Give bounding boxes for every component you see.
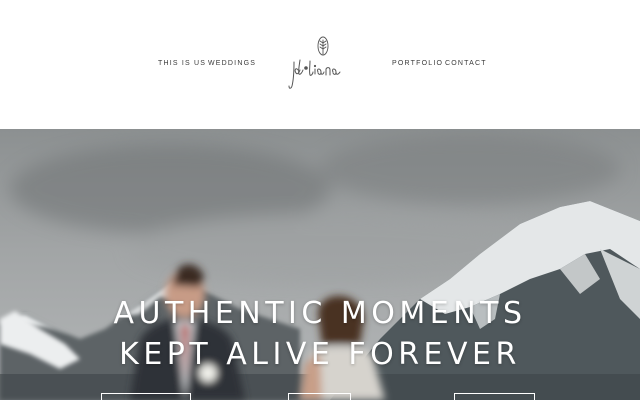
hero-button-left[interactable]: [101, 393, 191, 400]
site-header: THIS IS US WEDDINGS PORTFOLIO CONTACT: [0, 0, 640, 129]
logo-mark-icon: [288, 36, 341, 89]
hero-button-center[interactable]: [288, 393, 351, 400]
nav-link-contact[interactable]: CONTACT: [445, 60, 487, 67]
hero-headline-line2: KEPT ALIVE FOREVER: [119, 337, 521, 372]
hero-headline-line1: AUTHENTIC MOMENTS: [113, 296, 527, 331]
hero-banner: AUTHENTIC MOMENTS KEPT ALIVE FOREVER: [0, 129, 640, 400]
logo[interactable]: [286, 34, 356, 94]
nav-link-this-is-us[interactable]: THIS IS US: [158, 60, 206, 67]
hero-button-right[interactable]: [454, 393, 535, 400]
nav-link-portfolio[interactable]: PORTFOLIO: [392, 60, 443, 67]
nav-link-weddings[interactable]: WEDDINGS: [208, 60, 256, 67]
